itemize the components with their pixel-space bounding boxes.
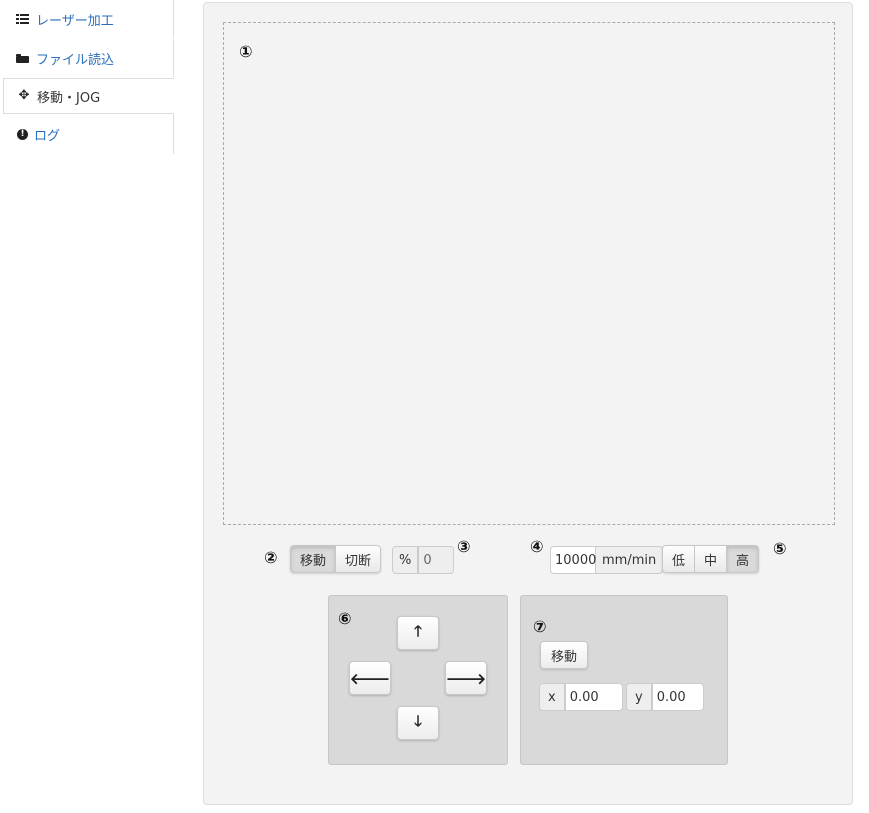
list-icon: [16, 12, 30, 26]
mode-cut-button[interactable]: 切断: [336, 545, 382, 573]
sidebar-item-label: ファイル読込: [36, 52, 115, 68]
marker-5: ⑤: [773, 539, 787, 558]
y-input[interactable]: 0.00: [651, 683, 704, 711]
alert-icon: !: [17, 128, 28, 140]
marker-1: ①: [239, 42, 253, 61]
sidebar-item-file[interactable]: ファイル読込: [3, 39, 174, 77]
goto-move-button[interactable]: 移動: [540, 641, 589, 669]
workspace-canvas[interactable]: [223, 22, 835, 525]
sidebar-item-label: ログ: [34, 128, 61, 144]
marker-4: ④: [530, 537, 544, 556]
x-input-group: x 0.00: [539, 683, 623, 711]
move-icon: ✥: [18, 88, 30, 103]
marker-6: ⑥: [338, 609, 352, 628]
jog-down-button[interactable]: 🡓: [397, 706, 439, 740]
arrow-right-icon: 🡒: [445, 669, 487, 688]
speed-unit-addon: mm/min: [596, 546, 664, 574]
level-mid-button[interactable]: 中: [695, 545, 728, 573]
folder-icon: [16, 51, 30, 65]
sidebar-item-label: レーザー加工: [36, 13, 114, 29]
y-addon: y: [626, 683, 652, 711]
marker-7: ⑦: [533, 617, 547, 636]
percent-addon: %: [392, 546, 419, 574]
y-input-group: y 0.00: [626, 683, 704, 711]
arrow-up-icon: 🡑: [414, 621, 422, 640]
mode-toggle: 移動 切断: [290, 545, 382, 573]
power-input[interactable]: 0: [418, 546, 455, 574]
jog-right-button[interactable]: 🡒: [445, 661, 487, 695]
mode-move-button[interactable]: 移動: [290, 545, 337, 573]
speed-input-group: 10000 mm/min: [550, 546, 664, 574]
jog-up-button[interactable]: 🡑: [397, 616, 439, 650]
x-addon: x: [539, 683, 565, 711]
power-input-group: % 0: [392, 546, 455, 574]
sidebar-item-jog[interactable]: ✥ 移動・JOG: [3, 78, 174, 114]
marker-3: ③: [457, 537, 471, 556]
marker-2: ②: [264, 548, 278, 567]
sidebar-item-log[interactable]: ! ログ: [3, 114, 174, 154]
arrow-down-icon: 🡓: [414, 711, 422, 730]
goto-box: [520, 595, 728, 765]
level-high-button[interactable]: 高: [727, 545, 760, 573]
speed-input[interactable]: 10000: [550, 546, 596, 574]
level-toggle: 低 中 高: [662, 545, 760, 573]
level-low-button[interactable]: 低: [662, 545, 696, 573]
jog-left-button[interactable]: 🡐: [349, 661, 391, 695]
sidebar-item-laser[interactable]: レーザー加工: [3, 0, 174, 38]
x-input[interactable]: 0.00: [564, 683, 623, 711]
sidebar-item-label: 移動・JOG: [37, 90, 101, 106]
arrow-left-icon: 🡐: [349, 669, 391, 688]
